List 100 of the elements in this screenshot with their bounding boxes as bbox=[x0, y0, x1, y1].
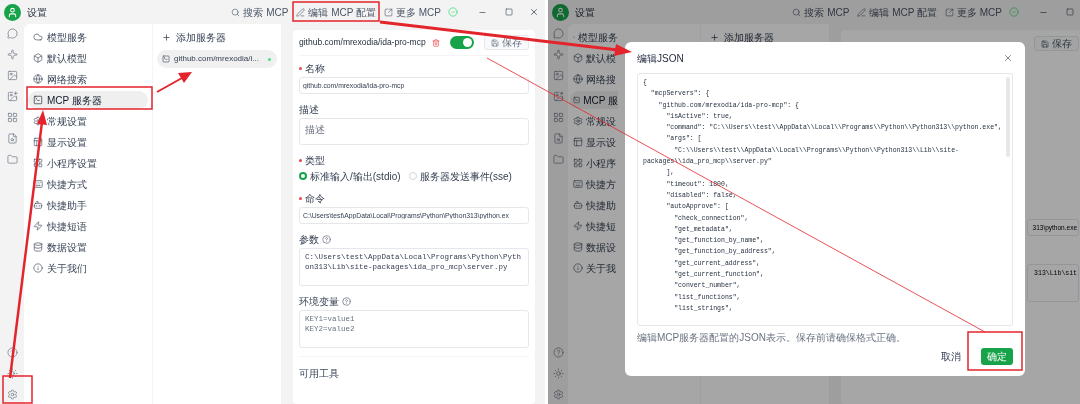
hint-text: 编辑MCP服务器配置的JSON表示。保存前请确保格式正确。 bbox=[637, 331, 907, 345]
sidebar-item[interactable]: 显示设 bbox=[570, 133, 618, 151]
sidebar-item[interactable]: 显示设置 bbox=[28, 133, 148, 151]
sidebar-item[interactable]: 快捷方式 bbox=[28, 175, 148, 193]
grid-icon[interactable] bbox=[6, 112, 18, 123]
sidebar-item[interactable]: 网络搜索 bbox=[28, 70, 148, 88]
help-icon[interactable] bbox=[342, 296, 351, 306]
sidebar-item[interactable]: 数据设 bbox=[570, 238, 618, 256]
close-icon[interactable] bbox=[529, 7, 539, 17]
toolbar-button[interactable]: 更多 MCP bbox=[941, 4, 1006, 20]
lightning-icon bbox=[33, 221, 43, 231]
code-editor[interactable] bbox=[637, 73, 1013, 326]
sidebar-item[interactable]: 默认模 bbox=[570, 49, 618, 67]
image-icon[interactable] bbox=[6, 91, 18, 102]
sidebar-item[interactable]: 模型服务 bbox=[28, 28, 148, 46]
grid-icon bbox=[33, 158, 43, 168]
document-search-icon[interactable] bbox=[552, 133, 564, 144]
text-area[interactable]: 描述 bbox=[299, 118, 529, 145]
sidebar-item[interactable]: 关于我 bbox=[570, 259, 618, 277]
globe-icon bbox=[33, 74, 43, 84]
document-search-icon[interactable] bbox=[6, 133, 18, 144]
folder-icon[interactable] bbox=[6, 154, 18, 165]
terminal-icon bbox=[162, 55, 170, 63]
database-icon bbox=[33, 242, 43, 252]
field-label: 环境变量 bbox=[299, 294, 339, 309]
save-button[interactable]: 保存 bbox=[1034, 36, 1079, 51]
chat-icon[interactable] bbox=[6, 28, 18, 39]
radio-option[interactable]: 服务器发送事件(sse) bbox=[408, 168, 512, 184]
sparkle-icon[interactable] bbox=[552, 49, 564, 60]
sidebar-item[interactable]: 默认模型 bbox=[28, 49, 148, 67]
chat-icon[interactable] bbox=[552, 28, 564, 39]
database-icon bbox=[573, 242, 583, 252]
check-icon[interactable] bbox=[1009, 7, 1019, 17]
toggle-switch[interactable] bbox=[450, 36, 474, 49]
image-icon[interactable] bbox=[6, 70, 18, 81]
save-icon bbox=[1041, 39, 1049, 48]
save-icon bbox=[491, 38, 499, 47]
sidebar-item[interactable]: 小程序设置 bbox=[28, 154, 148, 172]
sidebar-item[interactable]: 常规设置 bbox=[28, 112, 148, 130]
sidebar-item[interactable]: 网络搜 bbox=[570, 70, 618, 88]
sidebar-item[interactable]: 快捷短 bbox=[570, 217, 618, 235]
sidebar-item[interactable]: MCP 服 bbox=[570, 91, 618, 109]
toolbar-button[interactable]: 编辑 MCP 配置 bbox=[292, 4, 380, 20]
server-title: github.com/mrexodia/ida-pro-mcp bbox=[299, 36, 426, 49]
info-icon bbox=[33, 263, 43, 273]
toolbar-button[interactable]: 更多 MCP bbox=[380, 4, 445, 20]
sidebar-item[interactable]: 快捷助手 bbox=[28, 196, 148, 214]
toolbar-button[interactable]: 搜索 MCP bbox=[227, 4, 293, 20]
pencil-icon bbox=[296, 7, 306, 17]
avatar-icon[interactable] bbox=[4, 3, 21, 21]
settings-icon[interactable] bbox=[6, 389, 18, 400]
maximize-icon[interactable] bbox=[1066, 8, 1074, 16]
sidebar-item[interactable]: 模型服务 bbox=[570, 28, 618, 46]
help-icon[interactable] bbox=[322, 234, 331, 244]
image-icon[interactable] bbox=[552, 91, 564, 102]
keyboard-icon bbox=[573, 179, 583, 189]
sidebar-item[interactable]: 关于我们 bbox=[28, 259, 148, 277]
image-icon[interactable] bbox=[552, 70, 564, 81]
sidebar-item[interactable]: MCP 服务器 bbox=[28, 91, 148, 109]
required-mark bbox=[299, 196, 302, 200]
grid-icon[interactable] bbox=[552, 112, 564, 123]
add-server-button[interactable]: 添加服务器 bbox=[157, 28, 277, 46]
dialog-title: 编辑JSON bbox=[637, 51, 684, 66]
sidebar-item[interactable]: 常规设 bbox=[570, 112, 618, 130]
sidebar-item[interactable]: 快捷助 bbox=[570, 196, 618, 214]
pencil-icon bbox=[857, 7, 867, 17]
sun-icon[interactable] bbox=[6, 368, 18, 379]
avatar-icon[interactable] bbox=[552, 3, 569, 21]
window-title: 设置 bbox=[575, 5, 595, 20]
help-icon[interactable] bbox=[552, 347, 564, 358]
sidebar-item[interactable]: 快捷短语 bbox=[28, 217, 148, 235]
sparkle-icon[interactable] bbox=[6, 49, 18, 60]
settings-icon bbox=[573, 116, 583, 126]
folder-icon[interactable] bbox=[552, 154, 564, 165]
maximize-icon[interactable] bbox=[505, 8, 513, 16]
settings-icon[interactable] bbox=[552, 389, 564, 400]
sun-icon[interactable] bbox=[552, 368, 564, 379]
server-item[interactable]: github.com/mrexodia/i... bbox=[157, 50, 277, 68]
terminal-icon bbox=[33, 95, 43, 105]
cube-icon bbox=[573, 53, 583, 63]
cancel-button[interactable]: 取消 bbox=[935, 348, 967, 365]
window-title: 设置 bbox=[27, 5, 47, 20]
sidebar-item[interactable]: 数据设置 bbox=[28, 238, 148, 256]
sidebar-item[interactable]: 小程序 bbox=[570, 154, 618, 172]
toolbar-button[interactable]: 搜索 MCP bbox=[788, 4, 854, 20]
robot-icon bbox=[573, 200, 583, 210]
close-icon[interactable] bbox=[1003, 53, 1013, 63]
toolbar-button[interactable]: 编辑 MCP 配置 bbox=[853, 4, 941, 20]
field-label: 类型 bbox=[305, 153, 325, 168]
external-link-icon bbox=[945, 7, 954, 17]
check-icon[interactable] bbox=[448, 7, 458, 17]
radio-option[interactable]: 标准输入/输出(stdio) bbox=[299, 168, 401, 184]
field-label: 名称 bbox=[305, 61, 325, 76]
help-icon[interactable] bbox=[6, 347, 18, 358]
search-icon bbox=[231, 7, 241, 17]
annotation-arrow bbox=[156, 72, 192, 93]
required-mark bbox=[299, 66, 302, 70]
sidebar-item[interactable]: 快捷方 bbox=[570, 175, 618, 193]
add-server-button[interactable]: 添加服务器 bbox=[705, 28, 825, 46]
trash-icon[interactable] bbox=[431, 38, 440, 47]
